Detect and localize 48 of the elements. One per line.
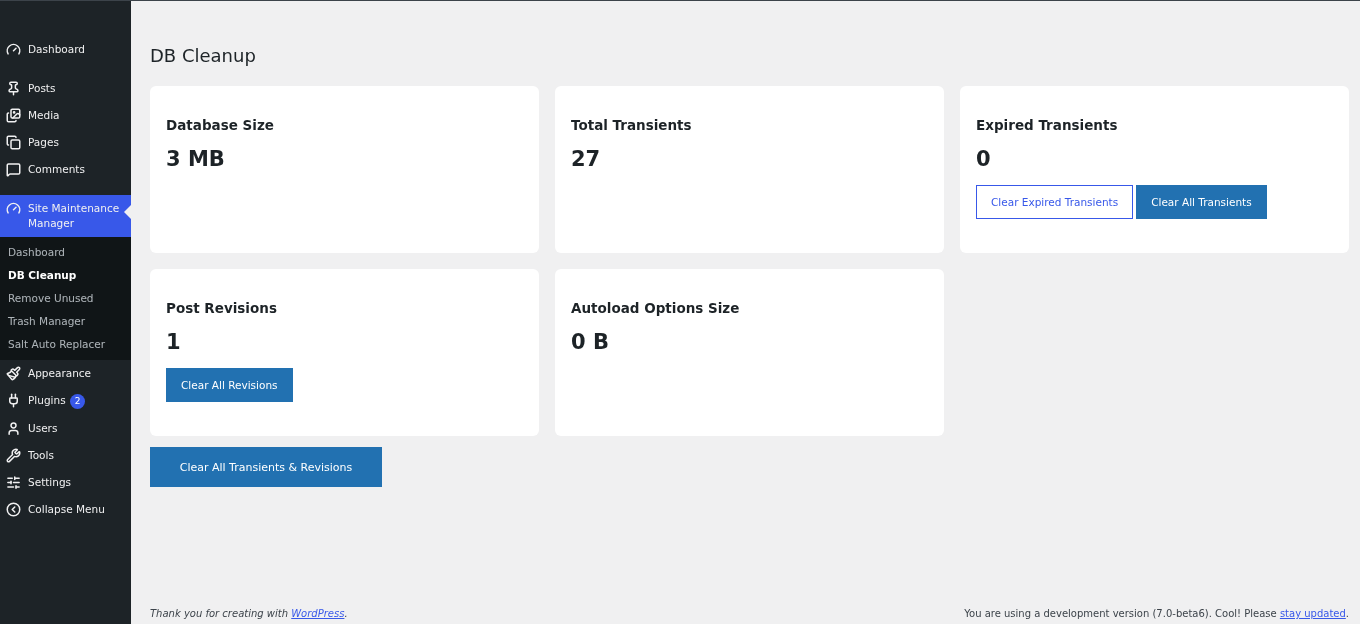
menu-item[interactable]: Users xyxy=(0,415,131,442)
gauge-icon xyxy=(6,201,21,216)
menu-item[interactable]: Pages xyxy=(0,129,131,156)
gauge-icon xyxy=(6,42,21,57)
card-value: 0 B xyxy=(571,330,610,354)
submenu-item[interactable]: Salt Auto Replacer xyxy=(0,333,131,356)
submenu-item[interactable]: Dashboard xyxy=(0,241,131,264)
primary-button[interactable]: Clear All Transients xyxy=(1136,185,1267,219)
sliders-icon xyxy=(6,475,21,490)
primary-button[interactable]: Clear All Revisions xyxy=(166,368,293,402)
menu-item[interactable]: Appearance xyxy=(0,360,131,387)
menu-item[interactable]: Comments xyxy=(0,156,131,183)
media-icon xyxy=(6,108,21,123)
comment-icon xyxy=(6,162,21,177)
card-value: 1 xyxy=(166,330,182,354)
menu-item[interactable]: Site Maintenance Manager xyxy=(0,195,131,237)
pages-icon xyxy=(6,135,21,150)
card-title: Post Revisions xyxy=(166,300,278,316)
card-value: 3 MB xyxy=(166,147,226,171)
card-title: Expired Transients xyxy=(976,117,1119,133)
submenu-item[interactable]: Trash Manager xyxy=(0,310,131,333)
clear-all-button[interactable]: Clear All Transients & Revisions xyxy=(150,447,382,487)
menu-item[interactable]: Settings xyxy=(0,469,131,496)
footer-thanks: Thank you for creating with WordPress. xyxy=(150,608,348,619)
count-badge: 2 xyxy=(69,394,86,409)
wrench-icon xyxy=(6,448,21,463)
page-title: DB Cleanup xyxy=(150,45,257,66)
pin-icon xyxy=(6,81,21,96)
menu-item[interactable]: Dashboard xyxy=(0,36,131,63)
update-link[interactable]: stay updated xyxy=(1279,608,1346,619)
card-title: Database Size xyxy=(166,117,275,133)
card-title: Total Transients xyxy=(571,117,693,133)
version-notice: You are using a development version (7.0-beta6). Cool! Please stay updated. xyxy=(964,608,1349,619)
menu-item[interactable]: Posts xyxy=(0,75,131,102)
card-value: 0 xyxy=(976,147,992,171)
user-icon xyxy=(6,421,21,436)
card-title: Autoload Options Size xyxy=(571,300,741,316)
menu-item[interactable]: Media xyxy=(0,102,131,129)
paintbrush-icon xyxy=(6,366,21,381)
secondary-button[interactable]: Clear Expired Transients xyxy=(976,185,1134,219)
plug-icon xyxy=(6,393,21,408)
card-value: 27 xyxy=(571,147,602,171)
submenu-item[interactable]: Remove Unused xyxy=(0,287,131,310)
collapse-icon xyxy=(6,502,21,517)
menu-item[interactable]: Collapse Menu xyxy=(0,496,131,523)
submenu-item[interactable]: DB Cleanup xyxy=(0,264,131,287)
menu-item[interactable]: Plugins 2 xyxy=(0,387,131,415)
menu-item[interactable]: Tools xyxy=(0,442,131,469)
